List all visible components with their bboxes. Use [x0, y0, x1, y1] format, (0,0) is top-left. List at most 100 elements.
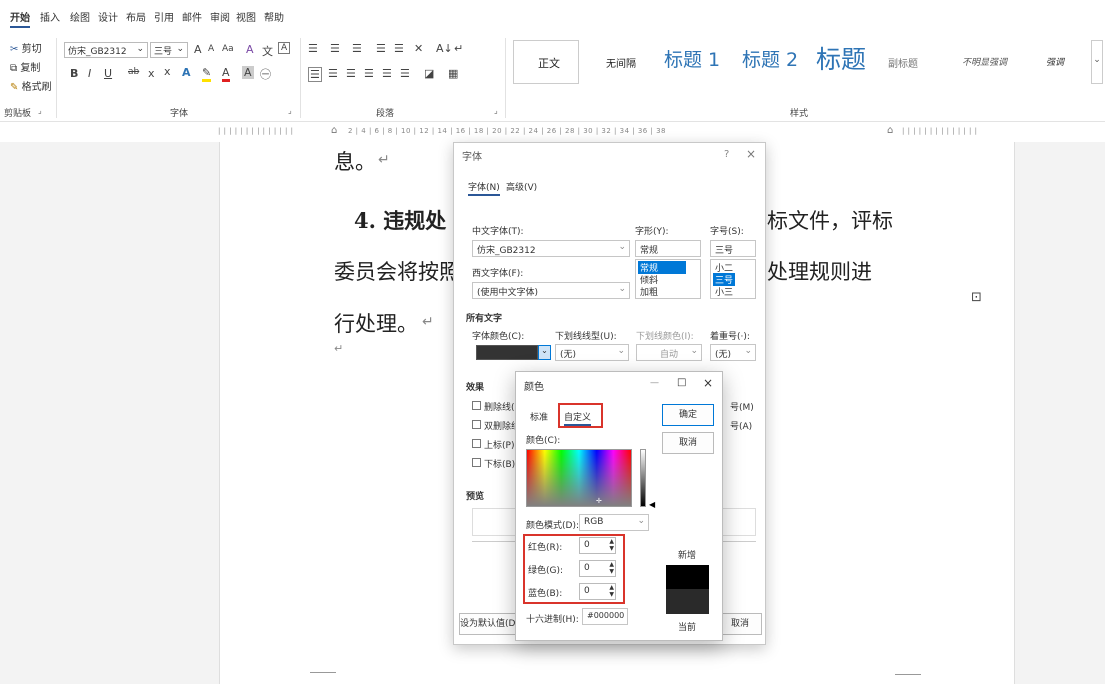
- align-center-icon[interactable]: ☰: [328, 67, 338, 80]
- distributed-icon[interactable]: ☰: [382, 67, 392, 80]
- spectrum-crosshair[interactable]: ✛: [596, 497, 602, 505]
- tab-layout[interactable]: 布局: [126, 9, 146, 24]
- maximize-icon[interactable]: □: [677, 377, 686, 388]
- font-size-input[interactable]: 三号: [710, 240, 756, 257]
- font-style-list[interactable]: 常规 倾斜 加粗: [635, 259, 701, 299]
- italic-button[interactable]: I: [88, 67, 91, 80]
- borders-icon[interactable]: ▦: [448, 67, 458, 80]
- shrink-font-button[interactable]: A: [208, 44, 214, 54]
- style-subtitle[interactable]: 副标题: [888, 55, 918, 70]
- style-subtle-emphasis[interactable]: 不明显强调: [962, 55, 1007, 68]
- clear-format-button[interactable]: A: [246, 43, 254, 56]
- shading-icon[interactable]: ◪: [424, 67, 434, 80]
- font-launcher-icon[interactable]: ⌟: [288, 106, 292, 115]
- tab-draw[interactable]: 绘图: [70, 9, 90, 24]
- multilevel-list-icon[interactable]: ☰: [352, 42, 362, 55]
- west-font-combo[interactable]: (使用中文字体) ⌄: [472, 282, 630, 299]
- hex-input[interactable]: #000000: [582, 608, 628, 625]
- justify-icon[interactable]: ☰: [364, 67, 374, 80]
- close-icon[interactable]: ×: [703, 376, 713, 390]
- set-default-button[interactable]: 设为默认值(D): [459, 613, 519, 635]
- tab-references[interactable]: 引用: [154, 9, 174, 24]
- strikethrough-button[interactable]: ab: [128, 67, 139, 77]
- font-style-input[interactable]: 常规: [635, 240, 701, 257]
- align-right-icon[interactable]: ☰: [346, 67, 356, 80]
- tab-review[interactable]: 审阅: [210, 9, 230, 24]
- first-line-indent-marker[interactable]: ⌂: [331, 125, 337, 136]
- underline-button[interactable]: U: [104, 67, 112, 80]
- list-item[interactable]: 加粗: [638, 285, 660, 298]
- style-emphasis[interactable]: 强调: [1046, 55, 1064, 68]
- strikethrough-checkbox[interactable]: [472, 401, 481, 410]
- clipboard-launcher-icon[interactable]: ⌟: [38, 106, 42, 115]
- tab-insert[interactable]: 插入: [40, 9, 60, 24]
- asian-layout-icon[interactable]: ✕: [414, 42, 423, 55]
- tab-home[interactable]: 开始: [10, 9, 30, 28]
- highlight-button[interactable]: ✎: [202, 66, 212, 82]
- all-text-section: 所有文字: [466, 314, 503, 324]
- font-size-combo[interactable]: 三号 ⌄: [150, 42, 188, 58]
- help-button[interactable]: ?: [724, 149, 729, 160]
- tab-mailings[interactable]: 邮件: [182, 9, 202, 24]
- bold-button[interactable]: B: [70, 67, 78, 80]
- text-effects-button[interactable]: A: [182, 66, 191, 79]
- enclose-char-button[interactable]: ㊀: [260, 66, 271, 82]
- phonetic-guide-button[interactable]: 文: [262, 43, 273, 59]
- increase-indent-icon[interactable]: ☰: [394, 42, 404, 55]
- tab-view[interactable]: 视图: [236, 9, 256, 24]
- superscript-button[interactable]: x: [164, 65, 171, 78]
- emphasis-mark-combo[interactable]: (无) ⌄: [710, 344, 756, 361]
- copy-button[interactable]: ⧉ 复制: [10, 59, 40, 74]
- bullets-icon[interactable]: ☰: [308, 42, 318, 55]
- char-border-button[interactable]: A: [278, 42, 291, 54]
- tab-advanced[interactable]: 高级(V): [506, 180, 537, 193]
- horizontal-ruler[interactable]: | | | | | | | | | | | | | | ⌂ 2 | 4 | 6 …: [0, 122, 1105, 142]
- cancel-button[interactable]: 取消: [662, 432, 714, 454]
- double-strike-checkbox[interactable]: [472, 420, 481, 429]
- underline-style-combo[interactable]: (无) ⌄: [555, 344, 629, 361]
- numbering-icon[interactable]: ☰: [330, 42, 340, 55]
- luminance-slider[interactable]: [640, 449, 646, 507]
- change-case-button[interactable]: Aa: [222, 44, 234, 54]
- font-size-list[interactable]: 小二 三号 小三: [710, 259, 756, 299]
- format-painter-button[interactable]: ✎ 格式刷: [10, 78, 52, 93]
- sort-button[interactable]: A↓: [436, 42, 453, 55]
- style-heading-1[interactable]: 标题 1: [664, 45, 720, 72]
- style-title[interactable]: 标题: [816, 40, 866, 76]
- right-indent-marker[interactable]: ⌂: [887, 125, 893, 136]
- font-name-combo[interactable]: 仿宋_GB2312 ⌄: [64, 42, 148, 58]
- comment-icon[interactable]: ⊡: [971, 290, 982, 305]
- ok-button[interactable]: 确定: [662, 404, 714, 426]
- luminance-pointer[interactable]: ◀: [649, 500, 655, 509]
- color-mode-combo[interactable]: RGB ⌄: [579, 514, 649, 531]
- decrease-indent-icon[interactable]: ☰: [376, 42, 386, 55]
- superscript-checkbox[interactable]: [472, 439, 481, 448]
- color-spectrum[interactable]: [526, 449, 632, 507]
- style-no-spacing[interactable]: 无间隔: [606, 55, 636, 70]
- list-item[interactable]: 小三: [713, 285, 735, 298]
- cancel-button[interactable]: 取消: [718, 613, 762, 635]
- underline-color-combo[interactable]: 自动 ⌄: [636, 344, 702, 361]
- line-spacing-icon[interactable]: ☰: [400, 67, 410, 80]
- close-icon[interactable]: ×: [746, 147, 756, 161]
- paragraph-launcher-icon[interactable]: ⌟: [494, 106, 498, 115]
- style-normal[interactable]: 正文: [513, 40, 579, 84]
- align-left-icon[interactable]: ☰: [308, 67, 322, 82]
- style-heading-2[interactable]: 标题 2: [742, 45, 798, 72]
- cn-font-combo[interactable]: 仿宋_GB2312 ⌄: [472, 240, 630, 257]
- tab-help[interactable]: 帮助: [264, 9, 284, 24]
- show-marks-button[interactable]: ↵: [454, 42, 463, 55]
- minimize-icon[interactable]: —: [650, 378, 659, 388]
- font-color-dropdown[interactable]: ⌄: [538, 345, 551, 360]
- tab-standard[interactable]: 标准: [530, 410, 548, 423]
- tab-font[interactable]: 字体(N): [468, 180, 500, 196]
- subscript-checkbox[interactable]: [472, 458, 481, 467]
- grow-font-button[interactable]: A: [194, 43, 202, 56]
- char-shading-button[interactable]: A: [242, 66, 254, 79]
- font-color-button[interactable]: A: [222, 66, 230, 82]
- subscript-button[interactable]: x: [148, 67, 155, 80]
- cut-button[interactable]: ✂ 剪切: [10, 40, 42, 55]
- styles-more-button[interactable]: ⌄: [1091, 40, 1103, 84]
- tab-design[interactable]: 设计: [98, 9, 118, 24]
- font-color-swatch[interactable]: [476, 345, 538, 360]
